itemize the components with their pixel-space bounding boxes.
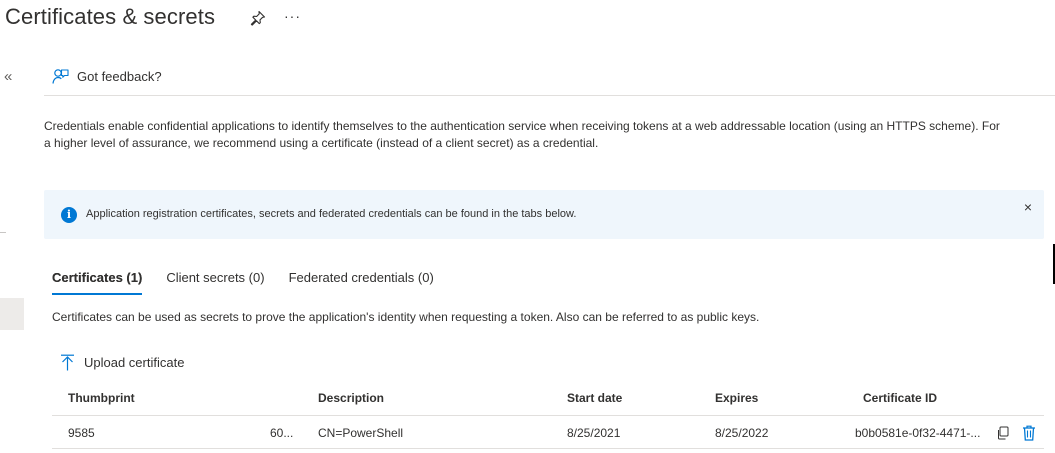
tab-client-secrets[interactable]: Client secrets (0) (166, 270, 264, 295)
upload-icon (61, 354, 74, 371)
column-thumbprint[interactable]: Thumbprint (68, 391, 135, 405)
table-row: 9585 60... CN=PowerShell 8/25/2021 8/25/… (52, 417, 1044, 449)
intro-text: Credentials enable confidential applicat… (44, 119, 1000, 150)
thumbprint-start: 9585 (68, 426, 95, 440)
info-icon: i (61, 207, 77, 223)
feedback-person-icon (52, 69, 69, 84)
certificate-description: CN=PowerShell (318, 426, 404, 440)
close-icon[interactable]: × (1024, 199, 1032, 215)
left-rail-selected-item[interactable] (0, 298, 24, 330)
certificate-expires: 8/25/2022 (715, 426, 769, 440)
tab-certificates[interactable]: Certificates (1) (52, 270, 143, 295)
certificates-grid-header: Thumbprint Description Start date Expire… (52, 382, 1044, 416)
copy-icon[interactable] (996, 426, 1010, 440)
certificate-id: b0b0581e-0f32-4471-... (855, 426, 981, 440)
left-rail-divider (0, 232, 6, 233)
feedback-label: Got feedback? (77, 69, 162, 84)
column-start-date[interactable]: Start date (567, 391, 622, 405)
page-title: Certificates & secrets (5, 4, 216, 29)
upload-certificate-button[interactable]: Upload certificate (60, 354, 184, 371)
pin-icon[interactable] (250, 10, 266, 26)
column-certificate-id[interactable]: Certificate ID (863, 391, 937, 405)
upload-label: Upload certificate (84, 355, 185, 370)
credentials-tabs: Certificates (1) Client secrets (0) Fede… (52, 270, 434, 295)
certificate-start-date: 8/25/2021 (567, 426, 621, 440)
delete-icon[interactable] (1022, 425, 1036, 441)
info-banner: i Application registration certificates,… (44, 190, 1044, 239)
column-description[interactable]: Description (318, 391, 384, 405)
feedback-button[interactable]: Got feedback? (52, 68, 162, 85)
tab-description: Certificates can be used as secrets to p… (52, 310, 760, 324)
column-expires[interactable]: Expires (715, 391, 758, 405)
tab-federated-credentials[interactable]: Federated credentials (0) (289, 270, 434, 295)
toolbar-divider (44, 95, 1055, 96)
info-banner-text: Application registration certificates, s… (86, 208, 577, 220)
more-icon[interactable]: ··· (284, 8, 301, 24)
thumbprint-end: 60... (270, 426, 294, 440)
collapse-sidebar-icon[interactable]: « (4, 68, 12, 85)
